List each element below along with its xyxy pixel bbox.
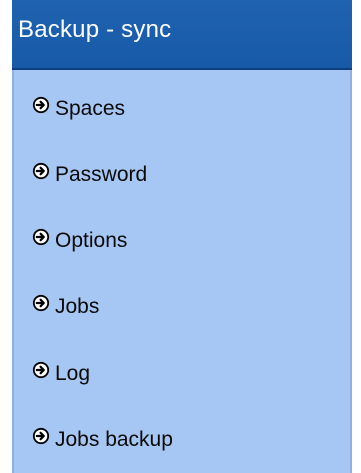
menu-item-label: Spaces	[55, 97, 126, 120]
menu-item-jobs[interactable]: Jobs	[32, 290, 99, 324]
menu-item-label: Log	[55, 362, 91, 385]
arrow-right-circle-icon	[32, 427, 50, 445]
arrow-right-circle-icon	[32, 162, 50, 180]
panel-header: Backup - sync	[12, 0, 352, 70]
panel-title: Backup - sync	[18, 16, 172, 43]
menu-item-label: Jobs	[55, 295, 100, 318]
menu-item-jobs-backup[interactable]: Jobs backup	[32, 423, 173, 457]
menu-item-label: Password	[55, 163, 148, 186]
menu-item-spaces[interactable]: Spaces	[32, 92, 125, 126]
arrow-right-circle-icon	[32, 361, 50, 379]
menu-item-password[interactable]: Password	[32, 158, 147, 192]
arrow-right-circle-icon	[32, 294, 50, 312]
menu-item-label: Jobs backup	[55, 428, 173, 451]
menu-item-options[interactable]: Options	[32, 224, 127, 258]
menu-item-label: Options	[55, 229, 128, 252]
menu-item-log[interactable]: Log	[32, 357, 90, 391]
nav-menu: Spaces Password Options Jobs Log Jobs ba…	[12, 70, 352, 473]
arrow-right-circle-icon	[32, 96, 50, 114]
arrow-right-circle-icon	[32, 228, 50, 246]
backup-sync-panel: Backup - sync Spaces Password Options Jo…	[12, 0, 352, 473]
